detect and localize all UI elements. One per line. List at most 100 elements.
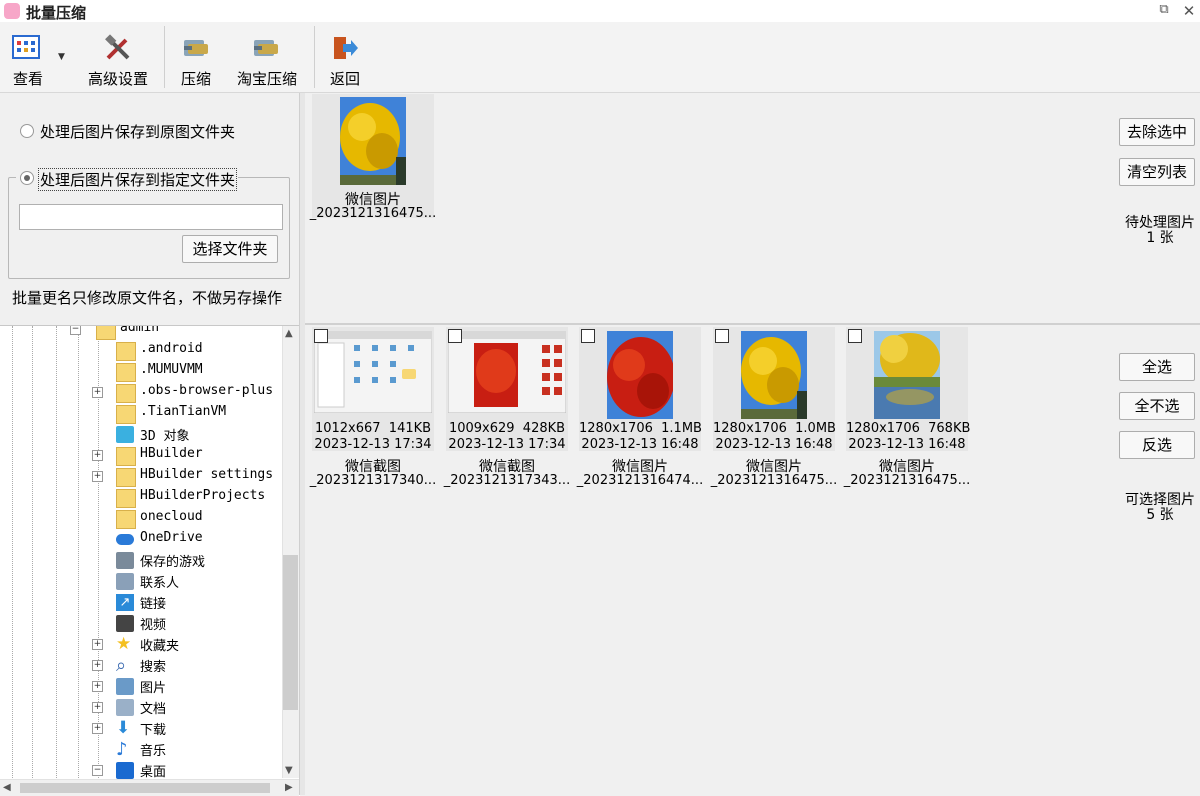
- tree-item[interactable]: + HBuilder: [0, 445, 280, 466]
- scroll-up-arrow-icon[interactable]: ▲: [285, 328, 293, 339]
- folder-icon: [116, 384, 136, 403]
- tree-item[interactable]: + ★ 收藏夹: [0, 634, 280, 655]
- tree-hscroll-thumb[interactable]: [20, 783, 270, 793]
- tree-item[interactable]: 视频: [0, 613, 280, 634]
- image-dimensions-size: 1012x667 141KB: [314, 421, 432, 436]
- folder-tree[interactable]: − admin .android .MUMUVMM + .obs-browser-plus…: [0, 325, 300, 796]
- view-button[interactable]: 查看: [4, 22, 52, 90]
- tree-item[interactable]: .MUMUVMM: [0, 361, 280, 382]
- tree-item[interactable]: .TianTianVM: [0, 403, 280, 424]
- save-custom-radio[interactable]: [20, 171, 34, 185]
- tree-item-label: .obs-browser-plus: [140, 383, 274, 398]
- remove-selected-button[interactable]: 去除选中: [1119, 118, 1195, 146]
- image-checkbox[interactable]: [848, 329, 862, 343]
- available-image-list[interactable]: 1012x667 141KB 2023-12-13 17:34 微信截图 _20…: [305, 325, 1200, 795]
- available-image-card[interactable]: 1280x1706 1.0MB 2023-12-13 16:48: [713, 327, 836, 452]
- tree-item[interactable]: 保存的游戏: [0, 550, 280, 571]
- pending-image-filename: _2023121316475...: [309, 206, 437, 221]
- red-tree-thumbnail: [607, 331, 673, 419]
- folder-icon: [116, 363, 136, 382]
- image-checkbox[interactable]: [314, 329, 328, 343]
- tree-item[interactable]: + HBuilder settings: [0, 466, 280, 487]
- choose-folder-button[interactable]: 选择文件夹: [182, 235, 278, 263]
- tree-expander-icon[interactable]: +: [92, 660, 103, 671]
- available-image-card[interactable]: 1012x667 141KB 2023-12-13 17:34: [312, 327, 434, 452]
- tree-item[interactable]: .android: [0, 340, 280, 361]
- image-filename: _2023121316475...: [843, 473, 971, 488]
- image-checkbox[interactable]: [581, 329, 595, 343]
- available-image-card[interactable]: 1009x629 428KB 2023-12-13 17:34: [446, 327, 568, 452]
- tree-scroll-thumb[interactable]: [283, 555, 298, 710]
- tree-expander-icon[interactable]: −: [70, 326, 81, 335]
- scroll-right-arrow-icon[interactable]: ▶: [285, 782, 293, 793]
- toolbar-separator: [164, 26, 165, 88]
- download-icon: ⬇: [116, 718, 131, 738]
- select-all-button[interactable]: 全选: [1119, 353, 1195, 381]
- image-checkbox[interactable]: [715, 329, 729, 343]
- image-date: 2023-12-13 16:48: [581, 437, 699, 452]
- tree-item[interactable]: + .obs-browser-plus: [0, 382, 280, 403]
- invert-selection-button[interactable]: 反选: [1119, 431, 1195, 459]
- available-image-card[interactable]: 1280x1706 1.1MB 2023-12-13 16:48: [579, 327, 702, 452]
- documents-icon: [116, 699, 134, 716]
- tree-item[interactable]: + 图片: [0, 676, 280, 697]
- tree-item[interactable]: ↗ 链接: [0, 592, 280, 613]
- tree-item[interactable]: HBuilderProjects: [0, 487, 280, 508]
- available-image-card[interactable]: 1280x1706 768KB 2023-12-13 16:48: [846, 327, 971, 452]
- image-dimensions-size: 1280x1706 768KB: [846, 421, 971, 436]
- view-dropdown-arrow-icon[interactable]: ▼: [58, 52, 65, 62]
- tree-expander-icon[interactable]: +: [92, 450, 103, 461]
- compress-button[interactable]: 压缩: [172, 22, 220, 90]
- tree-item[interactable]: 3D 对象: [0, 424, 280, 445]
- tree-item[interactable]: 联系人: [0, 571, 280, 592]
- close-button[interactable]: ✕: [1180, 2, 1198, 20]
- folder-path-input[interactable]: [19, 204, 283, 230]
- tree-item-label: 3D 对象: [140, 429, 190, 444]
- tree-horizontal-scrollbar[interactable]: ◀ ▶: [0, 779, 299, 796]
- tree-expander-icon[interactable]: −: [92, 765, 103, 776]
- tree-item[interactable]: + ⌕ 搜索: [0, 655, 280, 676]
- tree-expander-icon[interactable]: +: [92, 681, 103, 692]
- advanced-settings-label: 高级设置: [87, 70, 148, 88]
- scroll-left-arrow-icon[interactable]: ◀: [3, 782, 11, 793]
- screenshot-thumbnail: [448, 331, 566, 413]
- back-label: 返回: [329, 70, 360, 88]
- save-original-radio[interactable]: [20, 124, 34, 138]
- save-custom-label: 处理后图片保存到指定文件夹: [38, 168, 238, 191]
- title-bar: 批量压缩 ⧉ ✕: [0, 0, 1200, 22]
- pending-image-list[interactable]: 微信图片 _2023121316475... 去除选中 清空列表 待处理图片 1…: [305, 93, 1200, 324]
- tree-expander-icon[interactable]: +: [92, 702, 103, 713]
- tree-item[interactable]: + 文档: [0, 697, 280, 718]
- tree-expander-icon[interactable]: +: [92, 639, 103, 650]
- back-button[interactable]: 返回: [322, 22, 368, 90]
- folder-icon: [116, 447, 136, 466]
- folder-icon: [116, 489, 136, 508]
- available-count-value: 5 张: [1146, 507, 1174, 523]
- tree-expander-icon[interactable]: +: [92, 387, 103, 398]
- window-title: 批量压缩: [26, 4, 87, 22]
- 3d-objects-icon: [116, 426, 134, 443]
- image-dimensions-size: 1280x1706 1.1MB: [579, 421, 702, 436]
- image-checkbox[interactable]: [448, 329, 462, 343]
- pending-count-value: 1 张: [1146, 230, 1174, 246]
- tree-item[interactable]: − 桌面: [0, 760, 280, 781]
- star-icon: ★: [116, 634, 132, 654]
- tree-item[interactable]: OneDrive: [0, 529, 280, 550]
- tree-item-label: HBuilder: [140, 446, 203, 461]
- tree-expander-icon[interactable]: +: [92, 471, 103, 482]
- clear-list-button[interactable]: 清空列表: [1119, 158, 1195, 186]
- tree-expander-icon[interactable]: +: [92, 723, 103, 734]
- tree-item[interactable]: − admin: [0, 326, 280, 340]
- select-none-button[interactable]: 全不选: [1119, 392, 1195, 420]
- taobao-compress-button[interactable]: 淘宝压缩: [232, 22, 302, 90]
- advanced-settings-button[interactable]: 高级设置: [82, 22, 154, 90]
- compress-icon: [184, 40, 208, 56]
- willow-lake-thumbnail: [874, 331, 940, 419]
- view-label: 查看: [12, 70, 43, 88]
- tree-item[interactable]: ♪ 音乐: [0, 739, 280, 760]
- tree-item[interactable]: onecloud: [0, 508, 280, 529]
- scroll-down-arrow-icon[interactable]: ▼: [285, 765, 293, 776]
- tree-vertical-scrollbar[interactable]: [282, 326, 300, 778]
- tree-item[interactable]: + ⬇ 下载: [0, 718, 280, 739]
- restore-button[interactable]: ⧉: [1154, 2, 1174, 20]
